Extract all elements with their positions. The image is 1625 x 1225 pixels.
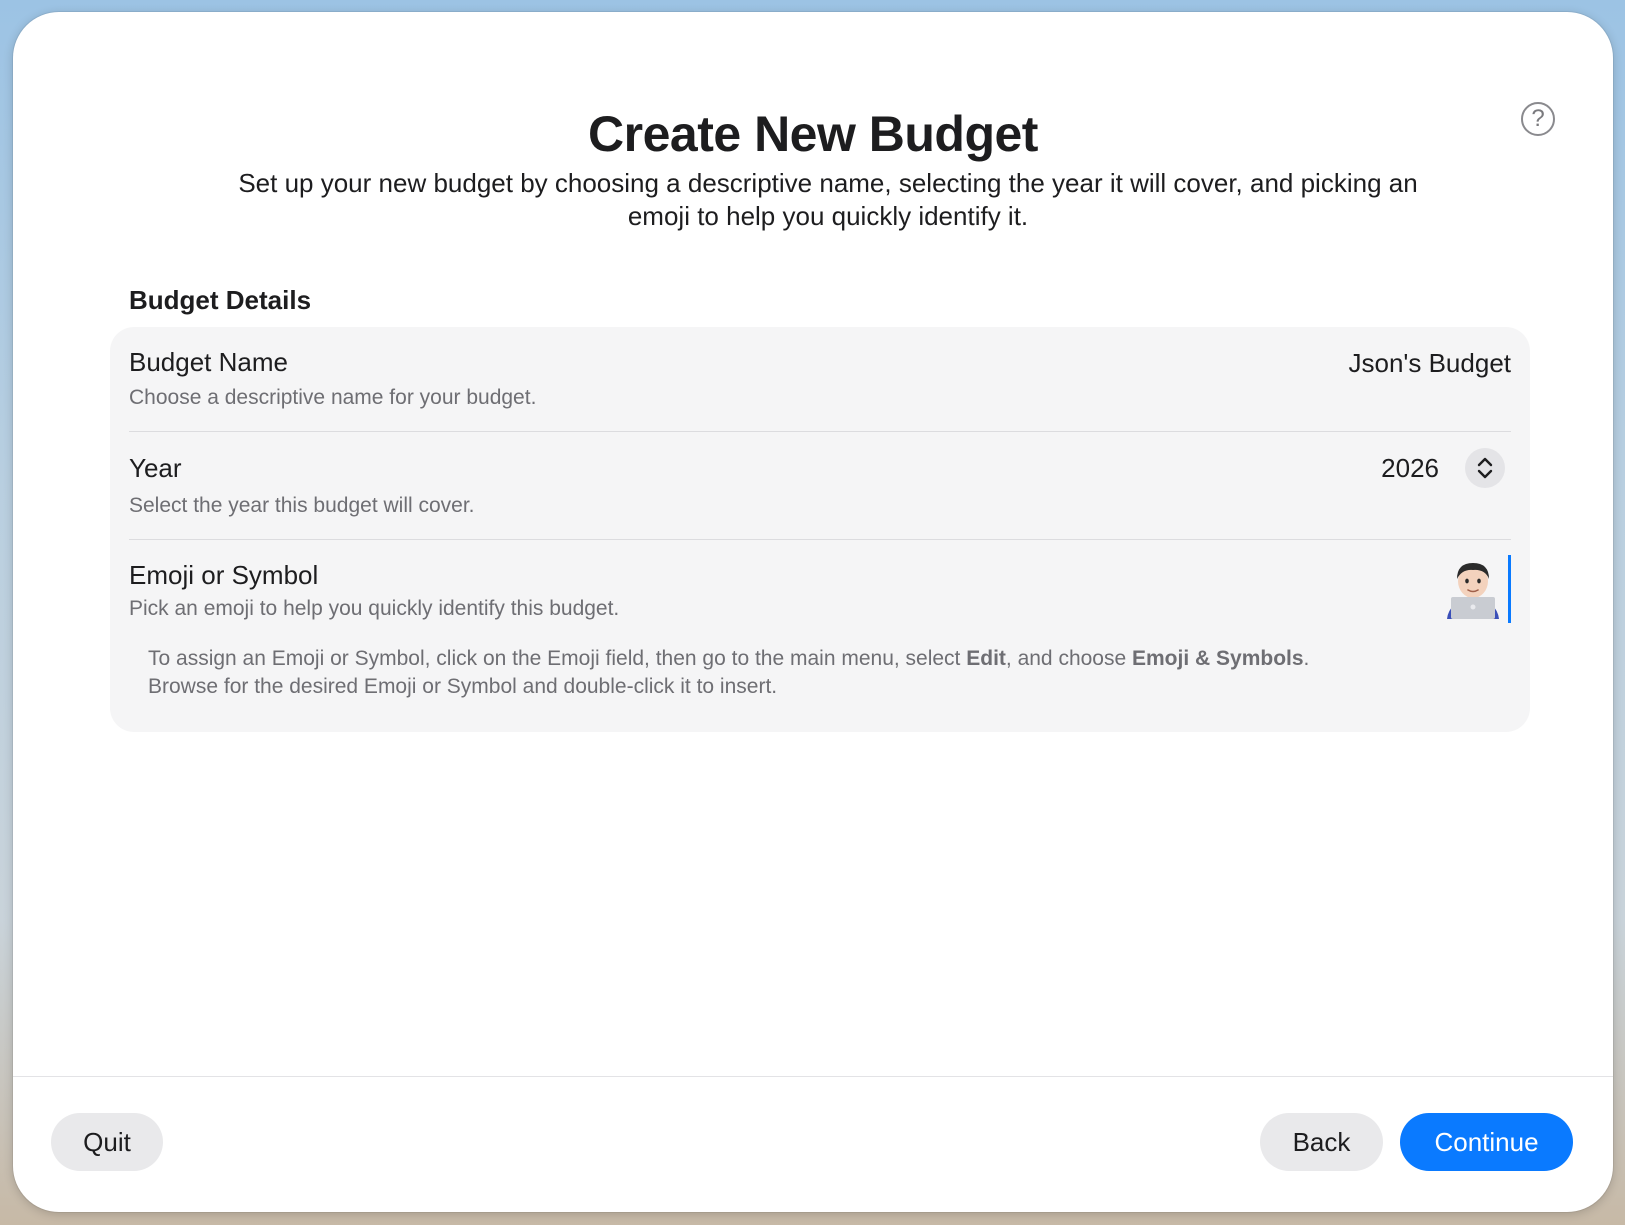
emoji-row: Emoji or Symbol Pick an emoji to help yo… (129, 327, 1511, 732)
emoji-field[interactable] (1445, 555, 1511, 623)
instructions-edit: Edit (966, 647, 1006, 670)
quit-button[interactable]: Quit (51, 1113, 163, 1171)
instructions-text: , and choose (1005, 647, 1132, 670)
budget-details-card: Budget Name Choose a descriptive name fo… (110, 327, 1530, 732)
emoji-label: Emoji or Symbol (129, 560, 319, 590)
section-title: Budget Details (129, 285, 312, 315)
emoji-description: Pick an emoji to help you quickly identi… (129, 597, 620, 620)
footer-divider (13, 1076, 1613, 1077)
technologist-emoji-icon (1447, 563, 1499, 619)
instructions-emoji-symbols: Emoji & Symbols (1132, 647, 1304, 670)
continue-button[interactable]: Continue (1400, 1113, 1573, 1171)
back-button[interactable]: Back (1260, 1113, 1383, 1171)
page-title: Create New Budget (588, 106, 1038, 162)
text-cursor (1508, 555, 1511, 623)
emoji-instructions: To assign an Emoji or Symbol, click on t… (148, 645, 1378, 701)
page-subtitle: Set up your new budget by choosing a des… (238, 168, 1418, 231)
create-budget-window: ? Create New Budget Set up your new budg… (13, 12, 1613, 1212)
instructions-text: To assign an Emoji or Symbol, click on t… (148, 647, 967, 670)
